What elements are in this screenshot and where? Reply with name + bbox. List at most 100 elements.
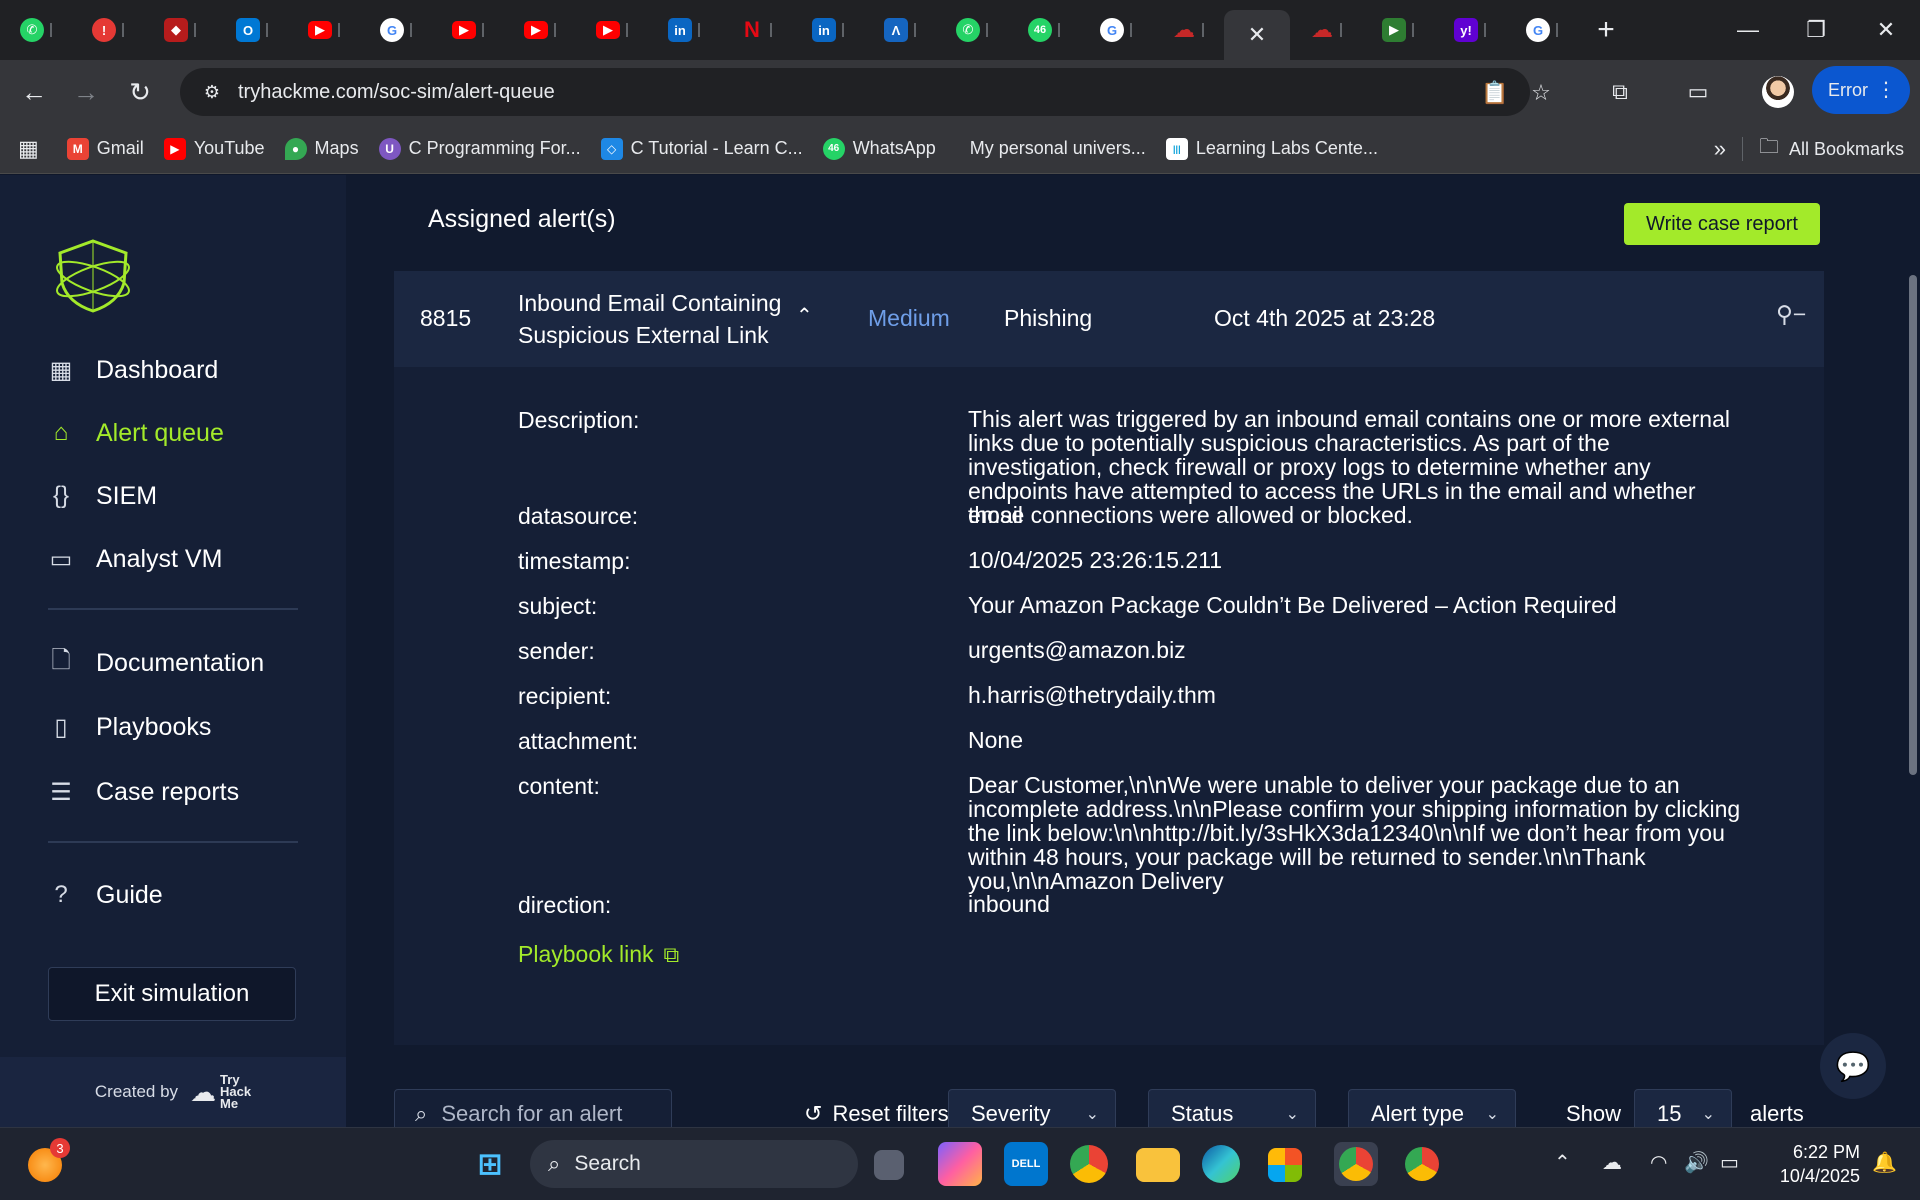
site-info-icon[interactable]: ⚙ <box>200 80 224 104</box>
bookmark-item[interactable]: ● Maps <box>284 132 359 166</box>
restore-icon[interactable]: ❐ <box>1782 0 1850 60</box>
tab-green-play[interactable]: ▶ <box>1362 8 1434 52</box>
task-view-icon[interactable] <box>874 1150 904 1180</box>
tab-search-icon[interactable]: ▭ <box>1684 78 1712 106</box>
tab-active-tryhackme[interactable]: ✕ <box>1224 10 1290 60</box>
exit-simulation-button[interactable]: Exit simulation <box>48 967 296 1021</box>
sidebar-item-dashboard[interactable]: ▦ Dashboard <box>46 350 219 390</box>
tab-netflix[interactable]: N <box>720 8 792 52</box>
bookmark-item[interactable]: My personal univers... <box>970 132 1146 166</box>
tab-cloud-1[interactable]: ☁ <box>1152 8 1224 52</box>
detail-key: content: <box>518 773 600 799</box>
unassign-user-icon[interactable]: ⚲− <box>1776 301 1806 328</box>
bookmark-item[interactable]: M Gmail <box>66 132 144 166</box>
sidebar-item-playbooks[interactable]: ▯ Playbooks <box>46 707 211 747</box>
tab-whatsapp[interactable]: ✆ <box>0 8 72 52</box>
all-bookmarks-button[interactable]: 🗀 All Bookmarks <box>1759 132 1904 166</box>
new-tab-button[interactable]: + <box>1584 8 1628 52</box>
bookmark-item[interactable]: ▶ YouTube <box>163 132 265 166</box>
search-input[interactable]: ⌕ Search for an alert <box>394 1089 672 1127</box>
tab-outlook[interactable]: O <box>216 8 288 52</box>
battery-icon[interactable]: ▭ <box>1720 1150 1739 1175</box>
sidebar-item-alert-queue[interactable]: ⌂ Alert queue <box>46 413 224 453</box>
tab-yahoo[interactable]: y! <box>1434 8 1506 52</box>
forward-arrow-icon[interactable]: → <box>64 70 108 114</box>
sidebar-item-analyst-vm[interactable]: ▭ Analyst VM <box>46 539 223 579</box>
sidebar-item-guide[interactable]: ? Guide <box>46 875 162 915</box>
tab-whatsapp-2[interactable]: ✆ <box>936 8 1008 52</box>
tab-whatsapp-46[interactable]: 46 <box>1008 8 1080 52</box>
bookmark-item[interactable]: 46 WhatsApp <box>822 132 936 166</box>
tab-cloud-2[interactable]: ☁ <box>1290 8 1362 52</box>
tab-youtube-2[interactable]: ▶ <box>432 8 504 52</box>
tab-red-site[interactable]: ◆ <box>144 8 216 52</box>
taskbar-clock[interactable]: 6:22 PM 10/4/2025 <box>1760 1140 1860 1188</box>
tab-google-3[interactable]: G <box>1506 8 1578 52</box>
back-arrow-icon[interactable]: ← <box>12 70 56 114</box>
bookmark-item[interactable]: ◇ C Tutorial - Learn C... <box>600 132 803 166</box>
profile-error-button[interactable]: Error ⋮ <box>1812 66 1910 114</box>
reset-filters-button[interactable]: ↺ Reset filters <box>804 1101 949 1127</box>
minimize-icon[interactable]: — <box>1714 0 1782 60</box>
tab-alert[interactable]: ! <box>72 8 144 52</box>
edge-icon[interactable] <box>1202 1145 1240 1183</box>
chevron-up-icon[interactable]: ⌃ <box>796 303 813 328</box>
apps-grid-icon[interactable]: ▦ <box>18 132 39 166</box>
page-size-select[interactable]: 15 ⌄ <box>1634 1089 1732 1127</box>
file-explorer-icon[interactable] <box>1136 1148 1180 1182</box>
chevron-up-icon[interactable]: ⌃ <box>1554 1150 1571 1175</box>
tab-google-2[interactable]: G <box>1080 8 1152 52</box>
tab-google-1[interactable]: G <box>360 8 432 52</box>
page-scrollbar[interactable] <box>1906 175 1920 1127</box>
notifications-bell-icon[interactable]: 🔔 <box>1872 1150 1897 1175</box>
tab-linkedin-2[interactable]: in <box>792 8 864 52</box>
taskbar-search[interactable]: ⌕ Search <box>530 1140 858 1188</box>
alert-type-filter[interactable]: Alert type ⌄ <box>1348 1089 1516 1127</box>
dell-icon[interactable]: DELL <box>1004 1142 1048 1186</box>
bookmark-item[interactable]: U C Programming For... <box>378 132 581 166</box>
menu-dots-icon[interactable]: ⋮ <box>1876 77 1896 102</box>
playbook-link[interactable]: Playbook link ⧉ <box>518 941 679 968</box>
detail-value: inbound <box>968 891 1050 917</box>
close-window-icon[interactable]: ✕ <box>1852 0 1920 60</box>
status-filter[interactable]: Status ⌄ <box>1148 1089 1316 1127</box>
sidebar-item-siem[interactable]: {} SIEM <box>46 476 157 516</box>
tab-youtube-4[interactable]: ▶ <box>576 8 648 52</box>
yahoo-icon: y! <box>1454 18 1478 42</box>
scrollbar-thumb[interactable] <box>1909 275 1917 775</box>
chrome-profile-active-icon[interactable] <box>1334 1142 1378 1186</box>
bookmark-star-icon[interactable]: ☆ <box>1528 80 1554 106</box>
tab-youtube-3[interactable]: ▶ <box>504 8 576 52</box>
windows-start-icon[interactable]: ⊞ <box>468 1142 512 1186</box>
copilot-icon[interactable] <box>938 1142 982 1186</box>
tab-site-a[interactable]: Λ <box>864 8 936 52</box>
tab-separator <box>194 23 196 37</box>
alert-id: 8815 <box>420 305 472 331</box>
bookmark-item[interactable]: ||| Learning Labs Cente... <box>1165 132 1378 166</box>
wifi-icon[interactable]: ◠ <box>1650 1150 1667 1175</box>
extensions-icon[interactable]: ⧉ <box>1606 78 1634 106</box>
alert-title: Inbound Email Containing Suspicious Exte… <box>518 287 781 351</box>
reload-icon[interactable]: ↻ <box>118 70 162 114</box>
chrome-icon[interactable] <box>1070 1145 1108 1183</box>
sidebar-item-documentation[interactable]: 🗋 Documentation <box>46 643 264 683</box>
close-tab-icon[interactable]: ✕ <box>1248 22 1266 48</box>
write-case-report-button[interactable]: Write case report <box>1624 203 1820 245</box>
clipboard-icon[interactable]: 📋 <box>1481 80 1508 106</box>
store-icon[interactable] <box>1268 1148 1302 1182</box>
onedrive-error-icon[interactable]: ☁ <box>1602 1150 1622 1175</box>
more-bookmarks-icon[interactable]: » <box>1714 136 1726 162</box>
avatar[interactable] <box>1762 76 1794 108</box>
alert-filters: ⌕ Search for an alert ↺ Reset filters Se… <box>394 1089 1894 1127</box>
sidebar-item-case-reports[interactable]: ☰ Case reports <box>46 772 239 812</box>
address-url[interactable]: tryhackme.com/soc-sim/alert-queue <box>238 81 555 104</box>
alert-row[interactable]: 8815 Inbound Email Containing Suspicious… <box>394 271 1824 367</box>
chrome-profile-icon[interactable] <box>1400 1142 1444 1186</box>
brand-mark-word: Me <box>220 1096 239 1111</box>
volume-icon[interactable]: 🔊 <box>1684 1150 1709 1175</box>
linkedin-icon: in <box>668 18 692 42</box>
tab-linkedin-1[interactable]: in <box>648 8 720 52</box>
address-bar[interactable]: ⚙ tryhackme.com/soc-sim/alert-queue 📋 ☆ <box>180 68 1551 116</box>
severity-filter[interactable]: Severity ⌄ <box>948 1089 1116 1127</box>
tab-youtube-1[interactable]: ▶ <box>288 8 360 52</box>
